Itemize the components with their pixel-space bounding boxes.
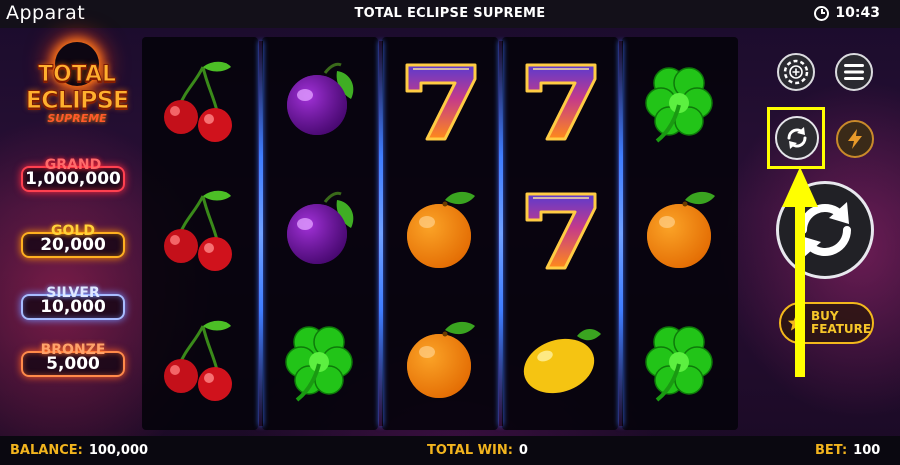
orange-icon xyxy=(395,314,485,404)
total-win-label: TOTAL WIN: xyxy=(427,443,513,458)
seven-icon xyxy=(515,55,605,145)
clock-icon xyxy=(814,5,830,21)
lemon-icon xyxy=(515,314,605,404)
orange-icon xyxy=(635,184,725,274)
cherry-icon xyxy=(155,314,245,404)
bottom-bar: BALANCE: 100,000 TOTAL WIN: 0 BET: 100 xyxy=(0,436,900,465)
game-title: TOTAL ECLIPSE SUPREME xyxy=(354,6,546,21)
chip-button[interactable] xyxy=(777,53,815,91)
total-win-value: 0 xyxy=(518,443,528,458)
plum-icon xyxy=(275,184,365,274)
reel-separator xyxy=(379,41,383,426)
jackpot-label: SILVER xyxy=(46,285,100,301)
turbo-button[interactable] xyxy=(836,120,874,158)
game-logo: TOTAL ECLIPSE SUPREME xyxy=(22,40,132,130)
balance-display: BALANCE: 100,000 xyxy=(10,443,148,458)
jackpot-label: GRAND xyxy=(44,157,102,173)
seven-icon xyxy=(515,184,605,274)
plum-icon xyxy=(275,55,365,145)
reel-separator xyxy=(619,41,623,426)
jackpot-label: GOLD xyxy=(51,223,95,239)
reel-separator xyxy=(499,41,503,426)
total-win-display: TOTAL WIN: 0 xyxy=(427,443,528,458)
clover-icon xyxy=(635,55,725,145)
bet-label: BET: xyxy=(815,443,848,458)
reel-1 xyxy=(142,37,258,430)
balance-label: BALANCE: xyxy=(10,443,83,458)
logo-line-2: ECLIPSE xyxy=(25,86,130,115)
slot-game: Apparat TOTAL ECLIPSE SUPREME 10:43 TOTA… xyxy=(0,0,900,465)
reel-separator xyxy=(259,41,263,426)
reel-area xyxy=(140,37,740,430)
chip-icon xyxy=(783,59,809,85)
top-bar: Apparat TOTAL ECLIPSE SUPREME 10:43 xyxy=(0,0,900,28)
clock: 10:43 xyxy=(814,5,880,21)
clover-icon xyxy=(275,314,365,404)
jackpot-silver: SILVER 10,000 xyxy=(18,282,128,320)
jackpot-label: BRONZE xyxy=(40,342,106,358)
clock-time: 10:43 xyxy=(835,5,880,21)
lightning-icon xyxy=(848,129,862,149)
jackpot-grand: GRAND 1,000,000 xyxy=(18,154,128,192)
reel-5 xyxy=(622,37,738,430)
highlight-box xyxy=(767,107,825,169)
arrow-up-icon xyxy=(782,167,818,377)
logo-line-1: TOTAL xyxy=(37,62,117,88)
clover-icon xyxy=(635,314,725,404)
reel-4 xyxy=(502,37,618,430)
jackpot-gold: GOLD 20,000 xyxy=(18,220,128,258)
logo-line-3: SUPREME xyxy=(47,112,107,125)
orange-icon xyxy=(395,184,485,274)
reel-2 xyxy=(262,37,378,430)
balance-value: 100,000 xyxy=(88,443,149,458)
jackpot-bronze: BRONZE 5,000 xyxy=(18,339,128,377)
menu-button[interactable] xyxy=(835,53,873,91)
cherry-icon xyxy=(155,55,245,145)
cherry-icon xyxy=(155,184,245,274)
seven-icon xyxy=(395,55,485,145)
bet-display: BET: 100 xyxy=(815,443,880,458)
bet-value: 100 xyxy=(853,443,881,458)
hamburger-icon xyxy=(844,64,864,80)
reel-3 xyxy=(382,37,498,430)
